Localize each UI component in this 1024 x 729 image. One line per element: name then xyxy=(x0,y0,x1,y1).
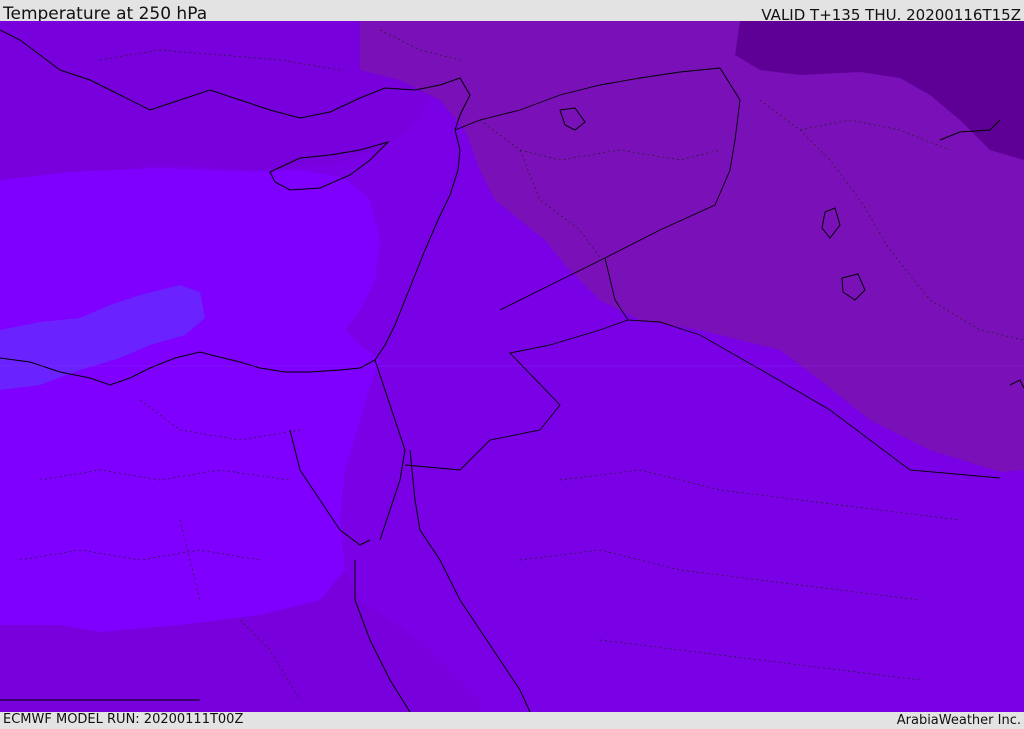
credit-label: ArabiaWeather Inc. xyxy=(896,713,1021,728)
map-canvas xyxy=(0,21,1024,712)
weather-map[interactable] xyxy=(0,21,1024,712)
header-bar: Temperature at 250 hPa VALID T+135 THU. … xyxy=(0,0,1024,24)
band-warm-west xyxy=(0,168,380,632)
footer-bar: ECMWF MODEL RUN: 20200111T00Z ArabiaWeat… xyxy=(0,712,1024,729)
model-run-label: ECMWF MODEL RUN: 20200111T00Z xyxy=(3,712,244,727)
